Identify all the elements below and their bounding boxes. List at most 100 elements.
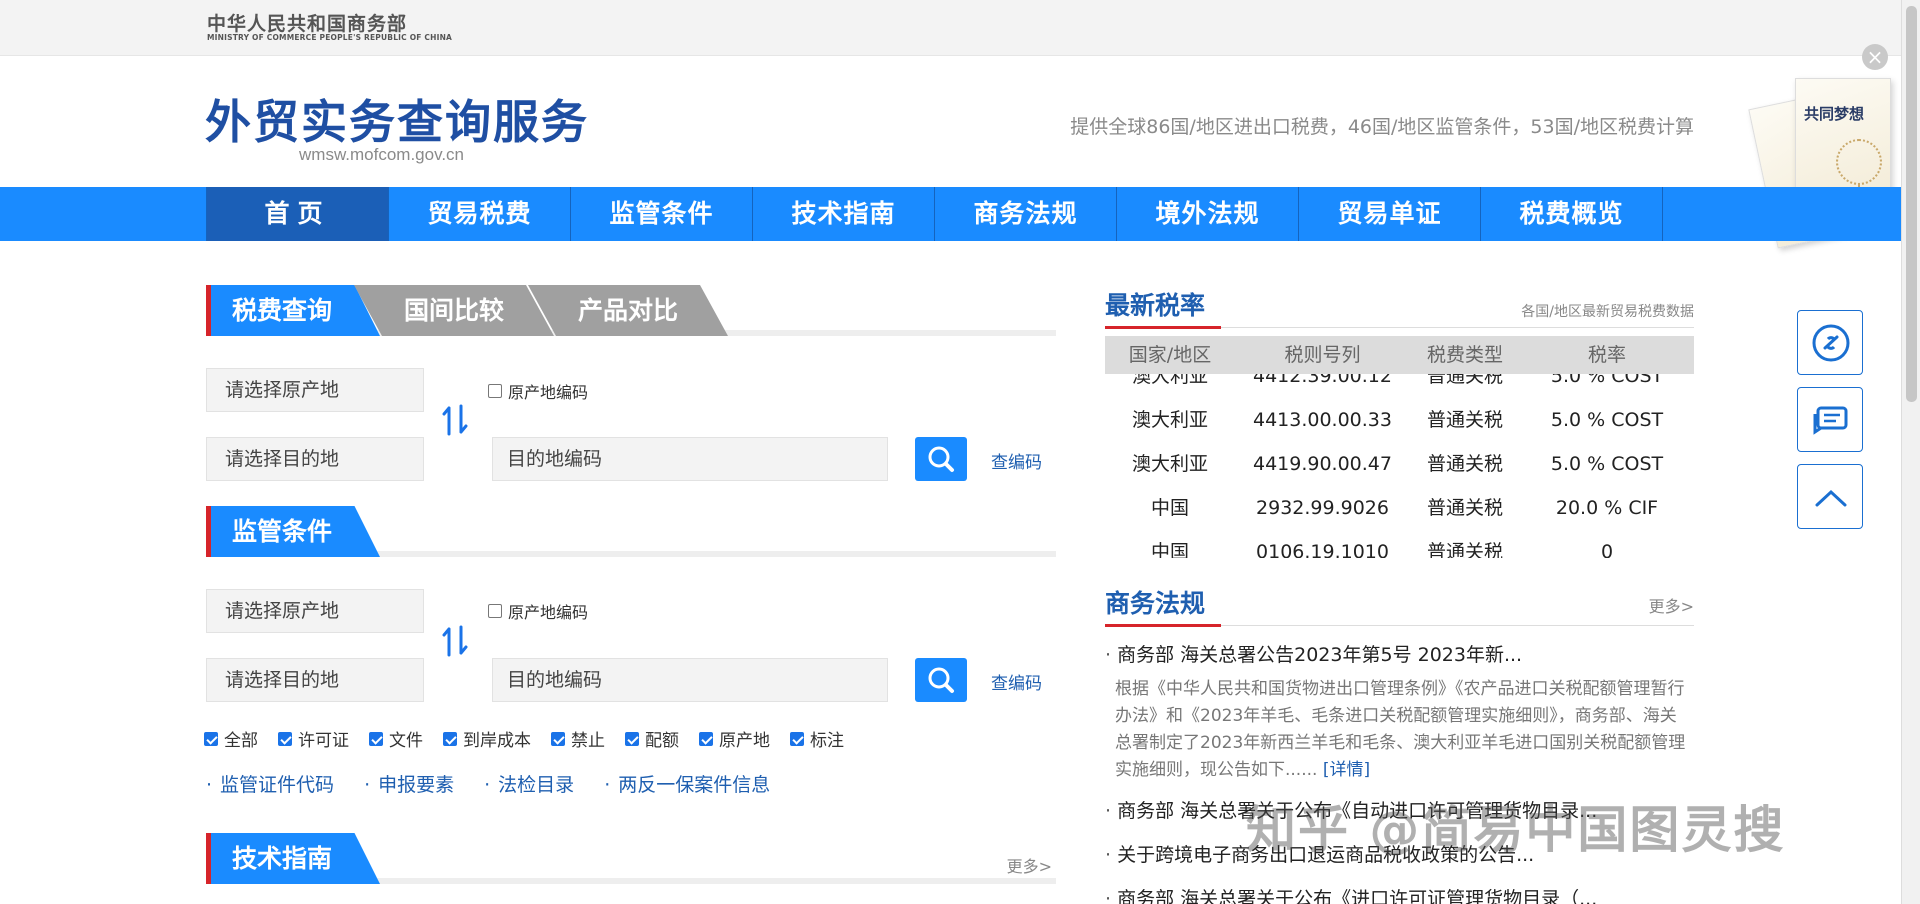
cell-rate: 5.0 % COST <box>1550 409 1664 431</box>
heading-underline <box>1105 326 1221 329</box>
reg-destination-select[interactable]: 请选择目的地 <box>206 658 424 702</box>
filter-label: 禁止 <box>571 731 605 751</box>
tab-country-compare[interactable]: 国间比较 <box>354 285 554 336</box>
origin-select[interactable]: 请选择原产地 <box>206 368 424 412</box>
link-certificate-codes[interactable]: 监管证件代码 <box>206 770 334 797</box>
news-detail-link[interactable]: [详情] <box>1323 760 1370 780</box>
table-row[interactable]: 中国 0106.19.1010 普通关税 0 <box>1105 530 1694 558</box>
filter-quota[interactable]: 配额 <box>625 726 679 751</box>
regulation-filter-checkboxes: 全部 许可证 文件 到岸成本 禁止 配额 原产地 标注 <box>204 726 864 751</box>
nav-item-tax-overview[interactable]: 税费概览 <box>1481 187 1663 241</box>
filter-prohibited[interactable]: 禁止 <box>551 726 605 751</box>
table-row[interactable]: 澳大利亚 4413.00.00.33 普通关税 5.0 % COST <box>1105 398 1694 442</box>
cell-tariff-code: 0106.19.1010 <box>1256 541 1389 558</box>
commerce-law-header: 商务法规 更多> <box>1105 580 1694 627</box>
cell-tax-type: 普通关税 <box>1426 409 1503 431</box>
dandelion-icon <box>1836 139 1882 185</box>
cell-country: 澳大利亚 <box>1131 409 1208 431</box>
nav-item-trade-docs[interactable]: 贸易单证 <box>1299 187 1481 241</box>
cell-tax-type: 普通关税 <box>1426 497 1503 519</box>
scrollbar-thumb[interactable] <box>1906 6 1917 402</box>
table-row[interactable]: 中国 2932.99.9026 普通关税 20.0 % CIF <box>1105 486 1694 530</box>
page-scrollbar[interactable] <box>1901 0 1920 904</box>
back-to-top-button[interactable] <box>1797 464 1863 529</box>
reg-origin-code-checkbox[interactable]: 原产地编码 <box>488 599 588 623</box>
filter-landed-cost[interactable]: 到岸成本 <box>443 726 531 751</box>
lookup-code-link[interactable]: 查编码 <box>991 448 1042 473</box>
tech-guide-title[interactable]: 技术指南 <box>210 833 380 884</box>
tech-guide-more-link[interactable]: 更多> <box>1007 853 1052 877</box>
col-header-rate: 税率 <box>1587 344 1626 366</box>
commerce-law-more-link[interactable]: 更多> <box>1649 593 1694 617</box>
checkbox-box[interactable] <box>699 731 713 746</box>
tax-query-header: 税费查询 国间比较 产品对比 <box>206 285 1056 336</box>
filter-labeling[interactable]: 标注 <box>790 726 844 751</box>
latest-rates-header: 最新税率 各国/地区最新贸易税费数据 <box>1105 282 1694 329</box>
filter-license[interactable]: 许可证 <box>278 726 349 751</box>
filter-all[interactable]: 全部 <box>204 726 258 751</box>
destination-select[interactable]: 请选择目的地 <box>206 437 424 481</box>
destination-code-input[interactable]: 目的地编码 <box>492 437 888 481</box>
checkbox-box[interactable] <box>488 384 502 398</box>
cell-rate: 20.0 % CIF <box>1555 497 1659 519</box>
filter-label: 原产地 <box>719 731 770 751</box>
nav-item-foreign-law[interactable]: 境外法规 <box>1117 187 1299 241</box>
news-item[interactable]: 商务部 海关总署公告2023年第5号 2023年新... <box>1105 640 1694 667</box>
checkbox-box[interactable] <box>551 731 565 746</box>
main-nav: 首页 贸易税费 监管条件 技术指南 商务法规 境外法规 贸易单证 税费概览 <box>0 187 1901 241</box>
cell-rate: 0 <box>1600 541 1614 558</box>
close-promo-button[interactable]: × <box>1862 44 1888 70</box>
checkbox-box[interactable] <box>488 604 502 618</box>
swap-icon[interactable] <box>441 625 469 657</box>
ministry-name-cn[interactable]: 中华人民共和国商务部 <box>207 9 407 36</box>
swap-icon[interactable] <box>441 404 469 436</box>
checkbox-box[interactable] <box>369 731 383 746</box>
checkbox-box[interactable] <box>625 731 639 746</box>
tax-search-button[interactable] <box>915 437 967 481</box>
news-item[interactable]: 商务部 海关总署关于公布《进口许可证管理货物目录（... <box>1105 884 1694 904</box>
site-title[interactable]: 外贸实务查询服务 <box>205 86 589 152</box>
nav-item-trade-tax[interactable]: 贸易税费 <box>389 187 571 241</box>
site-tagline: 提供全球86国/地区进出口税费，46国/地区监管条件，53国/地区税费计算 <box>1070 116 1694 138</box>
nav-item-regulation[interactable]: 监管条件 <box>571 187 753 241</box>
chat-icon <box>1813 406 1848 435</box>
nav-item-tech-guide[interactable]: 技术指南 <box>753 187 935 241</box>
col-header-country: 国家/地区 <box>1128 344 1212 366</box>
latest-rates-title[interactable]: 最新税率 <box>1105 286 1205 322</box>
rate-table-header: 国家/地区 税则号列 税费类型 税率 <box>1105 336 1694 374</box>
share-link-button[interactable] <box>1797 310 1863 375</box>
cell-country: 中国 <box>1150 497 1189 519</box>
heading-underline <box>1105 624 1221 627</box>
checkbox-box[interactable] <box>790 731 804 746</box>
feedback-button[interactable] <box>1797 387 1863 452</box>
reg-destination-code-input[interactable]: 目的地编码 <box>492 658 888 702</box>
filter-label: 配额 <box>645 731 679 751</box>
table-row[interactable]: 澳大利亚 4419.90.00.47 普通关税 5.0 % COST <box>1105 442 1694 486</box>
cell-tariff-code: 4413.00.00.33 <box>1252 409 1392 431</box>
checkbox-box[interactable] <box>278 731 292 746</box>
search-icon <box>928 667 954 693</box>
reg-origin-select[interactable]: 请选择原产地 <box>206 589 424 633</box>
tab-tax-query[interactable]: 税费查询 <box>210 285 380 336</box>
link-inspection-catalog[interactable]: 法检目录 <box>484 770 574 797</box>
commerce-law-title[interactable]: 商务法规 <box>1105 584 1205 620</box>
reg-lookup-code-link[interactable]: 查编码 <box>991 669 1042 694</box>
section-accent <box>206 506 211 557</box>
origin-code-checkbox[interactable]: 原产地编码 <box>488 379 588 403</box>
filter-document[interactable]: 文件 <box>369 726 423 751</box>
link-trade-remedy-cases[interactable]: 两反一保案件信息 <box>604 770 770 797</box>
nav-item-home[interactable]: 首页 <box>207 187 389 241</box>
ministry-name-en: MINISTRY OF COMMERCE PEOPLE'S REPUBLIC O… <box>207 33 453 42</box>
nav-item-commerce-law[interactable]: 商务法规 <box>935 187 1117 241</box>
regulation-links: 监管证件代码 申报要素 法检目录 两反一保案件信息 <box>206 770 800 797</box>
filter-origin[interactable]: 原产地 <box>699 726 770 751</box>
tab-product-compare[interactable]: 产品对比 <box>528 285 728 336</box>
regulation-title[interactable]: 监管条件 <box>210 506 380 557</box>
link-declaration-elements[interactable]: 申报要素 <box>364 770 454 797</box>
reg-search-button[interactable] <box>915 658 967 702</box>
origin-code-label: 原产地编码 <box>508 383 589 402</box>
cell-tariff-code: 2932.99.9026 <box>1256 497 1389 519</box>
filter-label: 到岸成本 <box>463 731 531 751</box>
checkbox-box[interactable] <box>443 731 457 746</box>
checkbox-box[interactable] <box>204 731 218 746</box>
